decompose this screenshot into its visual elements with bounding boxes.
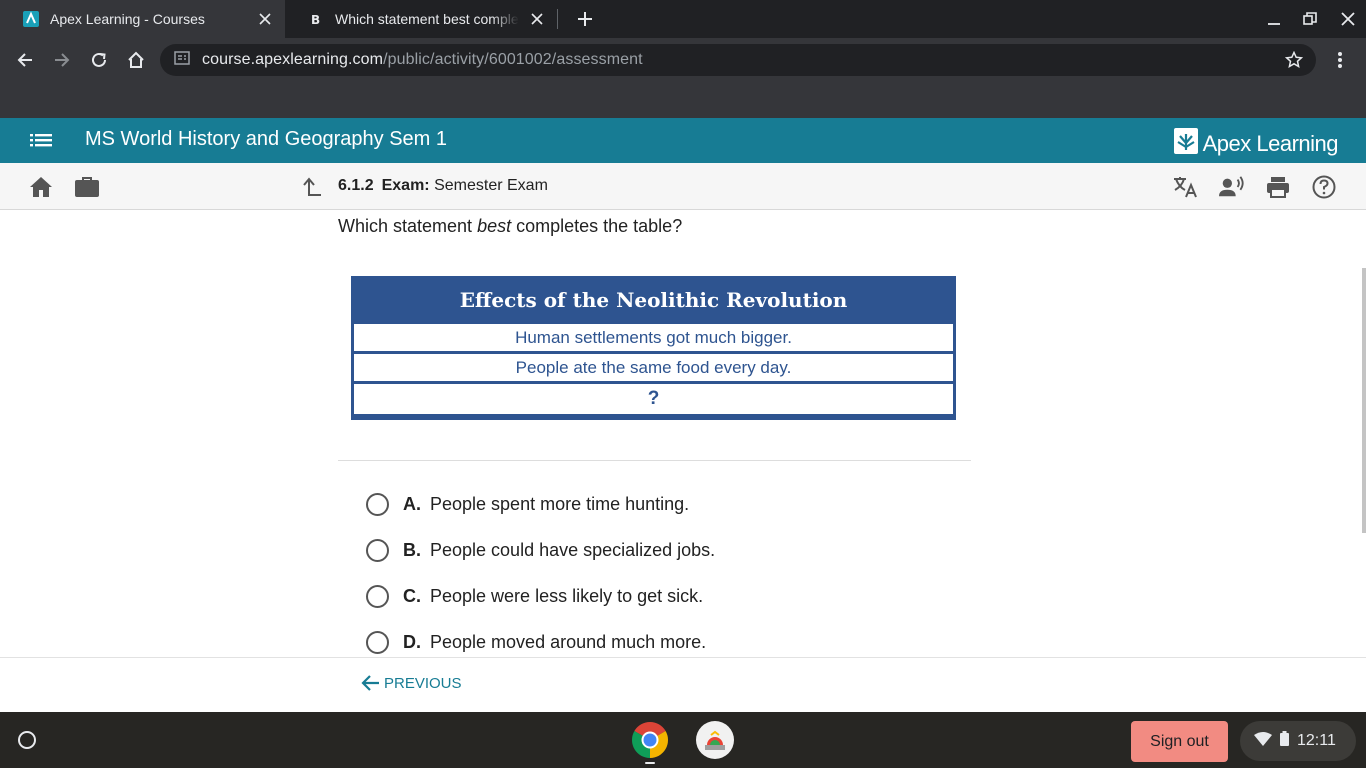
apex-logo-icon	[1173, 126, 1199, 161]
answer-option-b[interactable]: B. People could have specialized jobs.	[366, 537, 715, 563]
url-host: course.apexlearning.com	[202, 51, 384, 68]
answer-option-a[interactable]: A. People spent more time hunting.	[366, 491, 689, 517]
forward-arrow-icon[interactable]	[48, 46, 76, 74]
home-icon[interactable]	[122, 46, 150, 74]
chrome-app-icon[interactable]	[631, 721, 669, 759]
option-letter: C.	[403, 585, 421, 606]
home-icon[interactable]	[28, 174, 54, 200]
course-header: MS World History and Geography Sem 1 Ape…	[0, 118, 1366, 163]
arrow-left-icon	[360, 674, 380, 692]
activity-kind: Exam:	[381, 177, 430, 194]
launcher-icon[interactable]	[9, 722, 45, 758]
table-row-missing: ?	[354, 384, 953, 414]
previous-label: PREVIOUS	[384, 674, 462, 692]
tab-separator	[557, 9, 558, 29]
minimize-icon[interactable]	[1261, 6, 1287, 32]
print-icon[interactable]	[1265, 174, 1291, 200]
close-tab-icon[interactable]	[527, 9, 547, 29]
back-arrow-icon[interactable]	[11, 46, 39, 74]
option-letter: D.	[403, 631, 421, 652]
text-to-speech-icon[interactable]	[1219, 174, 1245, 200]
tab-title: Apex Learning - Courses	[50, 11, 205, 27]
option-text: People could have specialized jobs.	[430, 539, 716, 560]
browser-tab-strip: Apex Learning - Courses B Which statemen…	[0, 0, 1366, 38]
address-bar[interactable]: course.apexlearning.com/public/activity/…	[160, 44, 1316, 76]
assessment-footer: PREVIOUS	[0, 657, 1366, 712]
activity-toolbar: 6.1.2 Exam: Semester Exam	[0, 163, 1366, 210]
tab-title: Which statement best completes the table…	[335, 11, 519, 27]
os-shelf: Sign out 12:11	[0, 712, 1366, 768]
status-tray[interactable]: 12:11	[1240, 721, 1356, 761]
menu-list-icon[interactable]	[30, 130, 54, 150]
restore-icon[interactable]	[1297, 6, 1323, 32]
option-text: People were less likely to get sick.	[430, 585, 704, 606]
site-info-icon[interactable]	[174, 50, 190, 71]
divider	[338, 460, 971, 461]
table-row: People ate the same food every day.	[354, 354, 953, 381]
answer-option-c[interactable]: C. People were less likely to get sick.	[366, 583, 703, 609]
battery-icon	[1280, 731, 1289, 751]
reload-icon[interactable]	[85, 46, 113, 74]
close-window-icon[interactable]	[1335, 6, 1361, 32]
url-path: /public/activity/6001002/assessment	[383, 51, 643, 68]
radio-button[interactable]	[366, 492, 389, 516]
play-app-icon[interactable]	[696, 721, 734, 759]
previous-button[interactable]: PREVIOUS	[360, 674, 462, 692]
radio-button[interactable]	[366, 584, 389, 608]
wifi-icon	[1254, 731, 1272, 751]
browser-menu-icon[interactable]	[1328, 46, 1352, 74]
close-tab-icon[interactable]	[255, 9, 275, 29]
activity-label: 6.1.2 Exam: Semester Exam	[338, 177, 548, 195]
apex-learning-logo: Apex Learning	[1173, 126, 1339, 161]
option-text: People moved around much more.	[430, 631, 707, 652]
effects-table: Effects of the Neolithic Revolution Huma…	[351, 276, 956, 420]
bookmark-star-icon[interactable]	[1282, 48, 1306, 72]
browser-toolbar: course.apexlearning.com/public/activity/…	[0, 38, 1366, 118]
radio-button[interactable]	[366, 630, 389, 654]
question-prompt: Which statement best completes the table…	[338, 216, 682, 237]
brand-wordmark: Apex Learning	[1202, 130, 1339, 156]
apex-favicon-icon	[22, 10, 40, 28]
new-tab-plus-icon[interactable]	[572, 6, 598, 32]
option-letter: B.	[403, 539, 421, 560]
tab-question[interactable]: B Which statement best completes the tab…	[285, 0, 557, 38]
help-icon[interactable]	[1311, 174, 1337, 200]
activity-name: Semester Exam	[434, 177, 548, 194]
radio-button[interactable]	[366, 538, 389, 562]
option-letter: A.	[403, 493, 421, 514]
option-text: People spent more time hunting.	[430, 493, 690, 514]
answer-option-d[interactable]: D. People moved around much more.	[366, 629, 706, 655]
clock: 12:11	[1297, 732, 1336, 749]
url-text: course.apexlearning.com/public/activity/…	[202, 51, 643, 69]
assessment-content: Which statement best completes the table…	[0, 210, 1366, 657]
page-scrollbar[interactable]	[1362, 268, 1366, 533]
svg-text:B: B	[311, 13, 320, 26]
tab-apex-courses[interactable]: Apex Learning - Courses	[0, 0, 285, 38]
up-level-arrow-icon[interactable]	[298, 174, 324, 200]
activity-number: 6.1.2	[338, 177, 374, 194]
course-title: MS World History and Geography Sem 1	[85, 128, 448, 150]
briefcase-icon[interactable]	[74, 174, 100, 200]
brainly-favicon-icon: B	[307, 10, 325, 28]
sign-out-button[interactable]: Sign out	[1131, 721, 1228, 762]
table-row: Human settlements got much bigger.	[354, 324, 953, 351]
question-text: Which statement	[338, 216, 478, 236]
table-title: Effects of the Neolithic Revolution	[459, 288, 848, 312]
translate-icon[interactable]	[1173, 174, 1199, 200]
question-emphasis: best	[477, 216, 512, 236]
running-app-indicator	[645, 762, 655, 764]
question-text: completes the table?	[511, 216, 683, 236]
